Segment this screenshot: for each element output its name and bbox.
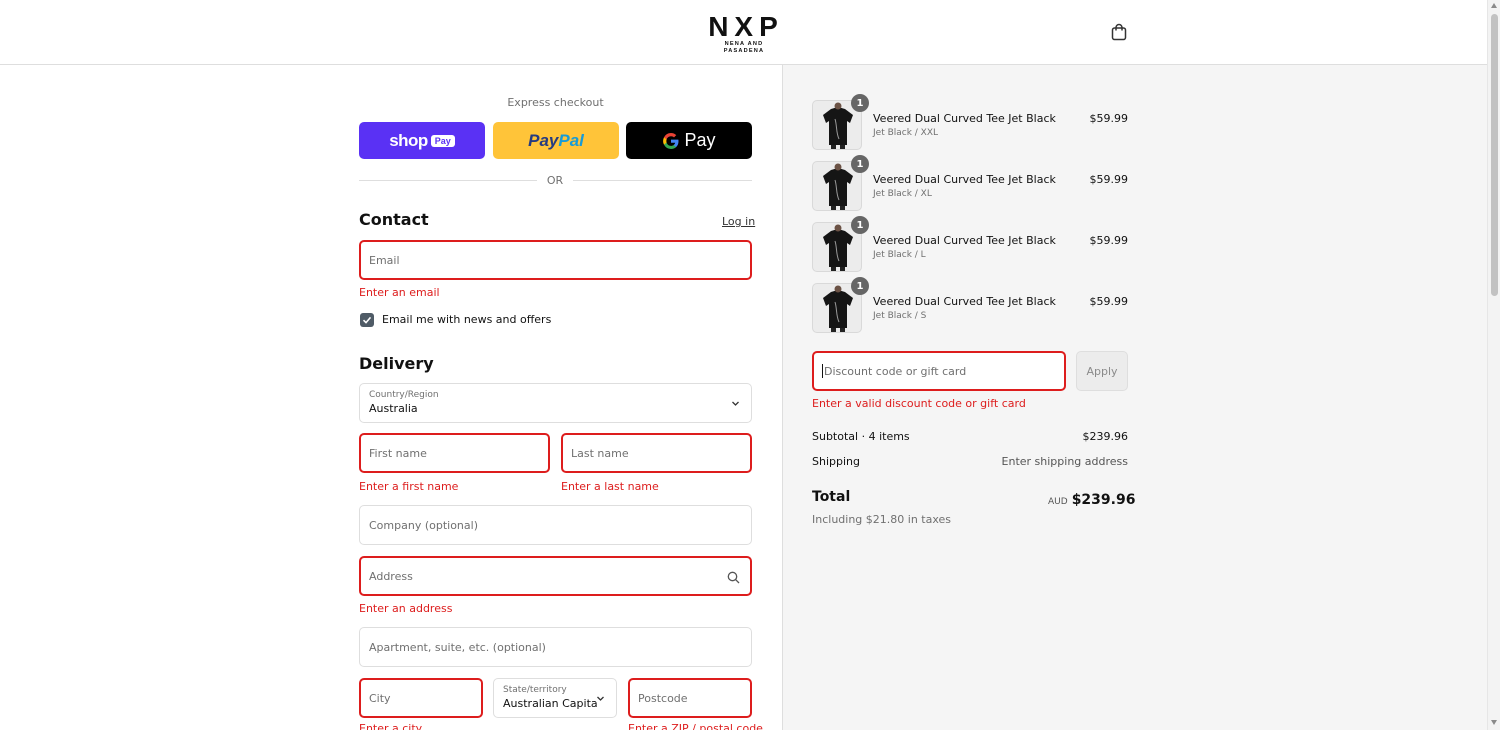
divider-line-right [573,180,752,181]
item-name: Veered Dual Curved Tee Jet Black [873,173,1056,186]
search-icon [727,571,740,584]
news-opt-in[interactable]: Email me with news and offers [360,312,551,327]
item-price: $59.99 [1089,112,1129,125]
shop-pay-word: shop [389,130,428,150]
paypal-logo-pal: Pal [558,130,584,150]
address-error: Enter an address [359,602,453,615]
item-price: $59.99 [1089,295,1129,308]
city-field[interactable] [359,678,483,718]
chevron-down-icon [732,401,739,406]
company-field[interactable] [359,505,752,545]
city-error: Enter a city [359,722,423,730]
logo-sub-text: NENA AND PASADENA [723,41,765,54]
google-pay-word: Pay [684,130,716,150]
or-divider: OR [359,174,752,188]
state-value: Australian Capita... [503,697,598,710]
google-pay-button[interactable]: Pay [626,122,752,159]
total-currency: AUD [1048,497,1068,507]
item-name: Veered Dual Curved Tee Jet Black [873,295,1056,308]
apply-discount-button[interactable]: Apply [1076,351,1128,391]
cart-item: 1 Veered Dual Curved Tee Jet Black Jet B… [812,155,1129,211]
address-input[interactable] [369,569,750,583]
item-variant: Jet Black / XXL [873,128,939,138]
contact-title: Contact [359,210,429,229]
postcode-input[interactable] [638,691,750,705]
quantity-badge: 1 [851,155,869,173]
country-label: Country/Region [369,390,439,400]
shop-pay-button[interactable]: shop Pay [359,122,485,159]
total-label: Total [812,489,851,505]
email-input[interactable] [369,253,750,267]
taxes-note: Including $21.80 in taxes [812,513,952,526]
item-variant: Jet Black / S [873,311,927,321]
shipping-label: Shipping [812,455,860,468]
city-input[interactable] [369,691,481,705]
last-name-error: Enter a last name [561,480,659,493]
last-name-input[interactable] [571,446,750,460]
quantity-badge: 1 [851,94,869,112]
first-name-field[interactable] [359,433,550,473]
log-in-link[interactable]: Log in [722,215,755,228]
checkmark-icon [362,316,372,324]
logo-main-text: NXP [708,11,784,42]
item-name: Veered Dual Curved Tee Jet Black [873,112,1056,125]
page-scrollbar[interactable] [1487,0,1500,730]
email-field[interactable] [359,240,752,280]
news-checkbox-label: Email me with news and offers [382,313,552,326]
total-amount: $239.96 [1071,492,1136,508]
shipping-row: Shipping Enter shipping address [812,455,1128,468]
subtotal-label: Subtotal · 4 items [812,430,910,443]
discount-code-field[interactable]: Discount code or gift card [812,351,1066,391]
google-g-icon [663,132,679,149]
state-select[interactable]: State/territory Australian Capita... [493,678,617,718]
delivery-title: Delivery [359,354,434,373]
scroll-up-arrow-icon[interactable] [1491,3,1497,8]
cart-item: 1 Veered Dual Curved Tee Jet Black Jet B… [812,216,1129,272]
scroll-down-arrow-icon[interactable] [1491,720,1497,725]
country-value: Australia [369,402,418,415]
item-variant: Jet Black / XL [873,189,932,199]
item-price: $59.99 [1089,173,1129,186]
subtotal-value: $239.96 [1082,430,1129,443]
paypal-logo-pay: Pay [528,130,559,150]
address-field[interactable] [359,556,752,596]
postcode-error: Enter a ZIP / postal code [628,722,763,730]
subtotal-row: Subtotal · 4 items $239.96 [812,430,1128,443]
shipping-value: Enter shipping address [1001,455,1128,468]
paypal-logo: PayPal [528,131,584,151]
divider-line-left [359,180,537,181]
apartment-field[interactable] [359,627,752,667]
last-name-field[interactable] [561,433,752,473]
item-name: Veered Dual Curved Tee Jet Black [873,234,1056,247]
quantity-badge: 1 [851,216,869,234]
discount-placeholder: Discount code or gift card [824,364,967,378]
shop-pay-badge: Pay [430,134,455,147]
cart-item: 1 Veered Dual Curved Tee Jet Black Jet B… [812,277,1129,333]
or-text: OR [546,174,564,187]
item-variant: Jet Black / L [873,250,926,260]
total-value: AUD $239.96 [1048,489,1135,508]
shopping-bag-icon[interactable] [1110,23,1128,41]
chevron-down-icon [597,696,604,701]
news-checkbox[interactable] [360,312,374,327]
postcode-field[interactable] [628,678,752,718]
email-error: Enter an email [359,286,440,299]
scrollbar-thumb[interactable] [1491,14,1498,296]
first-name-input[interactable] [369,446,548,460]
apartment-input[interactable] [369,640,751,654]
text-caret [822,364,823,378]
company-input[interactable] [369,518,751,532]
header: NXP NENA AND PASADENA [0,0,1487,65]
discount-error: Enter a valid discount code or gift card [812,397,1026,410]
paypal-button[interactable]: PayPal [493,122,619,159]
item-price: $59.99 [1089,234,1129,247]
express-checkout-label: Express checkout [507,96,604,109]
cart-item: 1 Veered Dual Curved Tee Jet Black Jet B… [812,94,1129,150]
first-name-error: Enter a first name [359,480,459,493]
country-select[interactable]: Country/Region Australia [359,383,752,423]
state-label: State/territory [503,685,567,695]
quantity-badge: 1 [851,277,869,295]
store-logo[interactable]: NXP NENA AND PASADENA [703,13,785,55]
